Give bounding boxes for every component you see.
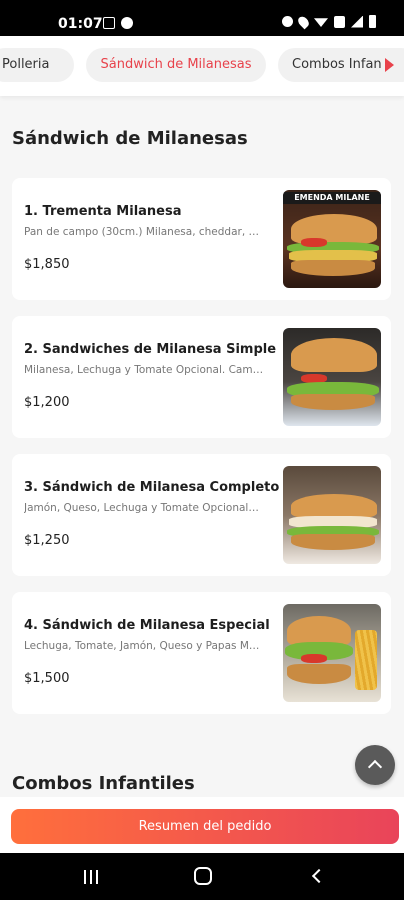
- product-card[interactable]: 4. Sándwich de Milanesa Especial Lechuga…: [12, 592, 391, 714]
- product-description: Pan de campo (30cm.) Milanesa, cheddar, …: [24, 226, 260, 238]
- product-name: 4. Sándwich de Milanesa Especial: [24, 618, 270, 633]
- chevron-up-icon: [367, 759, 383, 775]
- product-image: EMENDA MILANE: [283, 190, 381, 288]
- product-image: [283, 328, 381, 426]
- recent-apps-icon[interactable]: [84, 870, 98, 884]
- location-icon: [296, 14, 311, 29]
- status-time: 01:07: [58, 16, 103, 32]
- product-card[interactable]: 1. Trementa Milanesa Pan de campo (30cm.…: [12, 178, 391, 300]
- back-icon[interactable]: [311, 868, 327, 884]
- system-navigation-bar: [0, 853, 404, 900]
- gallery-icon: [103, 17, 115, 29]
- product-name: 3. Sándwich de Milanesa Completo: [24, 480, 280, 495]
- status-icons: [282, 14, 376, 29]
- category-tabs: Polleria Sándwich de Milanesas Combos In…: [0, 36, 404, 96]
- section-title: Sándwich de Milanesas: [12, 128, 248, 149]
- product-price: $1,250: [24, 533, 70, 548]
- data-icon: [334, 15, 345, 28]
- product-card[interactable]: 3. Sándwich de Milanesa Completo Jamón, …: [12, 454, 391, 576]
- tab-polleria[interactable]: Polleria: [0, 48, 74, 82]
- product-description: Jamón, Queso, Lechuga y Tomate Opcional…: [24, 502, 259, 514]
- alarm-icon: [282, 16, 293, 27]
- product-card[interactable]: 2. Sandwiches de Milanesa Simple Milanes…: [12, 316, 391, 438]
- product-price: $1,200: [24, 395, 70, 410]
- triangle-right-icon[interactable]: [385, 58, 394, 72]
- product-name: 1. Trementa Milanesa: [24, 204, 182, 219]
- product-description: Milanesa, Lechuga y Tomate Opcional. Cam…: [24, 364, 264, 376]
- section-title-combos: Combos Infantiles: [12, 773, 195, 794]
- order-bar: Resumen del pedido: [0, 797, 404, 853]
- notification-icon: [121, 17, 133, 29]
- product-image: [283, 604, 381, 702]
- status-bar: 01:07: [0, 0, 404, 36]
- product-price: $1,850: [24, 257, 70, 272]
- home-icon[interactable]: [194, 867, 212, 885]
- order-summary-button[interactable]: Resumen del pedido: [11, 809, 399, 844]
- tab-sandwich-de-milanesas[interactable]: Sándwich de Milanesas: [86, 48, 266, 82]
- signal-icon: [351, 15, 363, 28]
- product-price: $1,500: [24, 671, 70, 686]
- product-image: [283, 466, 381, 564]
- product-image-banner: EMENDA MILANE: [283, 192, 381, 204]
- product-name: 2. Sandwiches de Milanesa Simple: [24, 342, 277, 357]
- wifi-icon: [314, 18, 328, 27]
- product-description: Lechuga, Tomate, Jamón, Queso y Papas M…: [24, 640, 260, 652]
- scroll-top-button[interactable]: [355, 745, 395, 785]
- battery-icon: [369, 15, 376, 28]
